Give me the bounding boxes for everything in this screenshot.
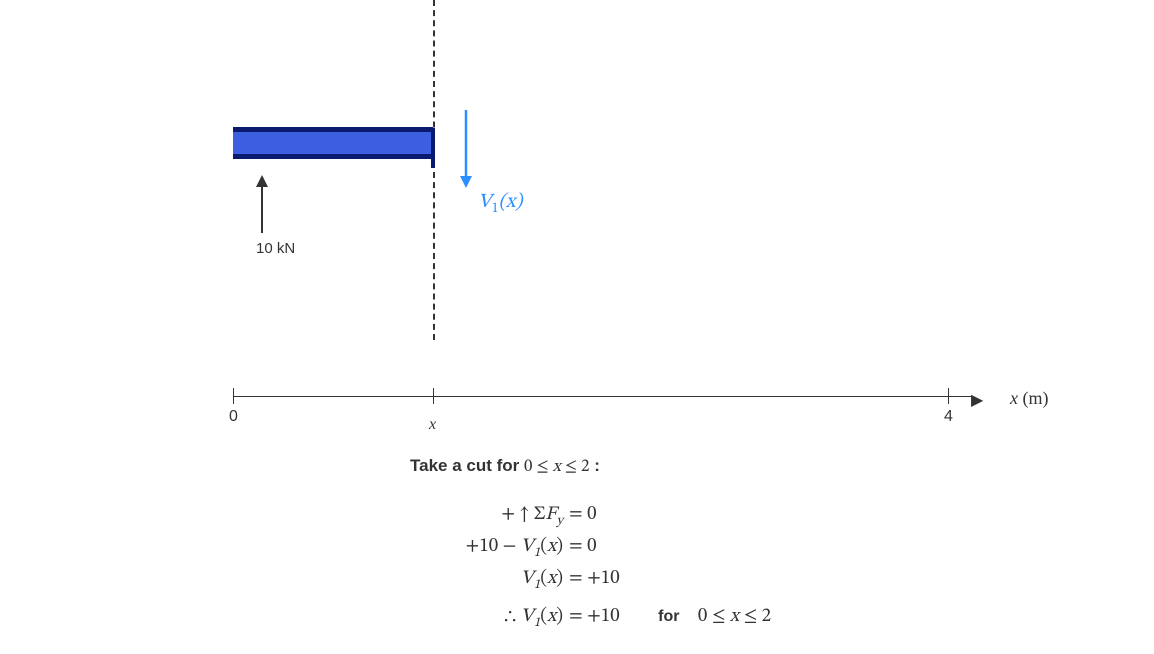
axis-title-unit: (m) — [1023, 388, 1049, 408]
shear-force-symbol: V1(x) — [478, 192, 522, 212]
axis-line — [233, 396, 973, 397]
reaction-force-label: 10 kN — [256, 240, 295, 257]
shear-force-arrow-down-icon — [458, 110, 474, 193]
shear-force-label: V1(x) — [478, 190, 522, 218]
caption-suffix: : — [589, 456, 599, 475]
equation-row-2: +10 − V1(x) = 0 — [393, 532, 793, 564]
reaction-force-arrow-up-icon — [255, 175, 269, 238]
x-axis: ▶ 0 x 4 — [233, 386, 1003, 416]
equation-result: = +10 — [569, 607, 620, 626]
cut-caption: Take a cut for 0 ≤ x ≤ 2 : — [410, 456, 600, 478]
axis-tick-4 — [948, 388, 949, 404]
equation-for-label: for — [624, 608, 693, 625]
equation-range: 0 ≤ x ≤ 2 — [698, 607, 771, 626]
axis-arrow-right-icon: ▶ — [971, 390, 983, 410]
axis-tick-x — [433, 388, 434, 404]
equation-row-3: V1(x) = +10 — [393, 564, 793, 596]
beam-cut-face — [431, 128, 435, 168]
axis-title-var: x — [1010, 388, 1018, 408]
equation-row-4: ∴ V1(x) = +10 for 0 ≤ x ≤ 2 — [393, 602, 793, 634]
caption-range: 0 ≤ x ≤ 2 — [524, 459, 589, 476]
beam-segment — [233, 127, 433, 159]
axis-title: x (m) — [1010, 388, 1049, 409]
caption-prefix: Take a cut for — [410, 456, 524, 475]
equation-row-1: + ↑ ΣFy = 0 — [393, 500, 793, 532]
axis-tick-label-4: 4 — [944, 408, 953, 426]
equilibrium-equations: + ↑ ΣFy = 0 +10 − V1(x) = 0 V1(x) = +10 … — [393, 500, 793, 634]
axis-tick-label-x: x — [429, 416, 436, 434]
axis-tick-0 — [233, 388, 234, 404]
section-cut-line — [433, 0, 435, 340]
axis-tick-label-0: 0 — [229, 408, 238, 426]
diagram-stage: 10 kN V1(x) ▶ 0 x 4 x (m) Take a cut for… — [0, 0, 1154, 654]
beam-body — [233, 127, 433, 159]
